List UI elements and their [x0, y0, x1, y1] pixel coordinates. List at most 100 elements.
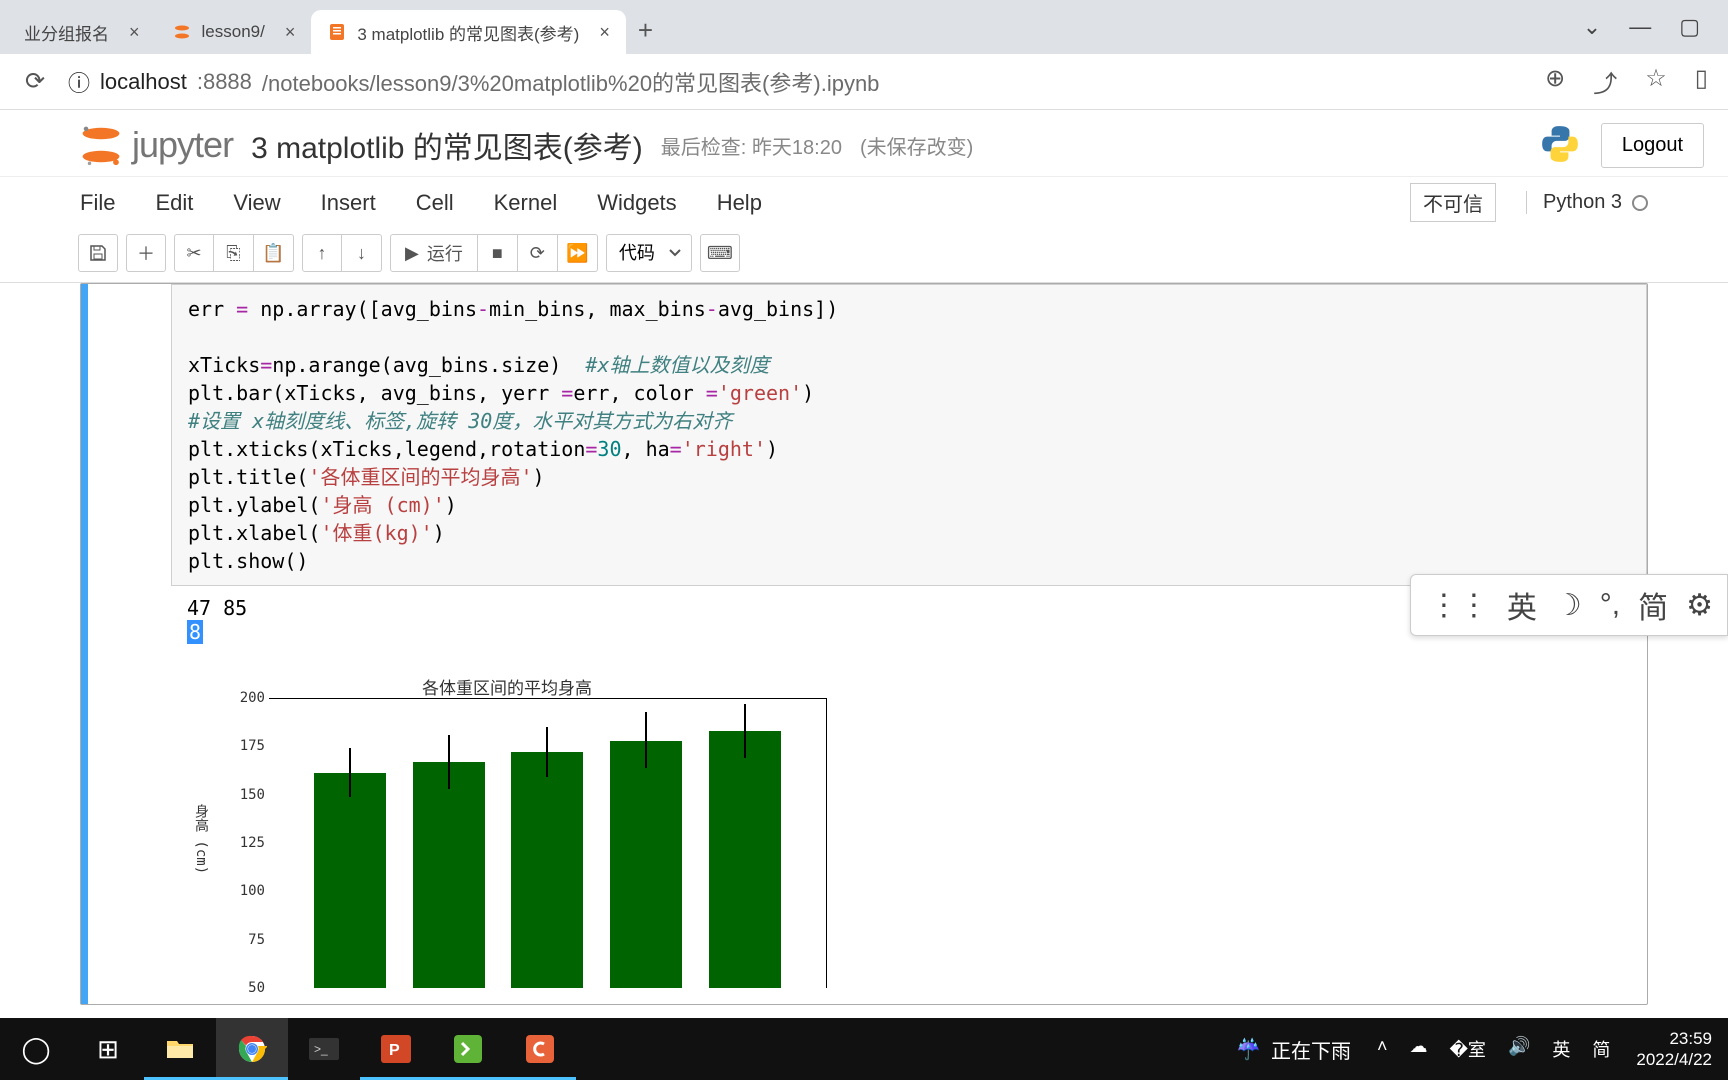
- task-view-button[interactable]: ⊞: [72, 1018, 144, 1080]
- ime-settings-icon[interactable]: ⚙: [1686, 588, 1713, 623]
- browser-tab-strip: 业分组报名 × lesson9/ × 3 matplotlib 的常见图表(参考…: [0, 0, 1728, 54]
- chart-title: 各体重区间的平均身高: [187, 674, 827, 699]
- start-button[interactable]: ◯: [0, 1018, 72, 1080]
- run-button[interactable]: ▶ 运行: [390, 234, 478, 272]
- close-icon[interactable]: ×: [285, 22, 296, 43]
- stdout-line-2-selected: 8: [187, 620, 203, 644]
- chevron-down-icon[interactable]: ⌄: [1583, 14, 1601, 40]
- run-label: 运行: [427, 240, 463, 266]
- chart-ylabel: 身高 (cm): [191, 804, 211, 874]
- file-explorer-icon[interactable]: [144, 1018, 216, 1080]
- moon-icon[interactable]: ☽: [1555, 588, 1582, 623]
- ime-lang-1[interactable]: 英: [1507, 583, 1537, 627]
- error-bar: [645, 712, 647, 768]
- logout-button[interactable]: Logout: [1601, 123, 1704, 168]
- minimize-icon[interactable]: —: [1629, 14, 1651, 40]
- ime-lang-2[interactable]: 简: [1638, 583, 1668, 627]
- output-gutter: [81, 586, 171, 1004]
- code-cell[interactable]: err = np.array([avg_bins-min_bins, max_b…: [81, 284, 1647, 586]
- add-cell-button[interactable]: ＋: [126, 234, 166, 272]
- menu-widgets[interactable]: Widgets: [597, 190, 676, 216]
- chart-yaxis-ticks: 5075100125150175200: [227, 698, 265, 988]
- menu-insert[interactable]: Insert: [321, 190, 376, 216]
- reload-icon[interactable]: ⟳: [20, 67, 50, 96]
- menu-edit[interactable]: Edit: [155, 190, 193, 216]
- error-bar: [546, 727, 548, 777]
- chart-bar: [413, 762, 485, 988]
- tray-chevron-up-icon[interactable]: ˄: [1377, 1036, 1388, 1062]
- kernel-idle-icon: [1632, 195, 1648, 211]
- powerpoint-icon[interactable]: P: [360, 1018, 432, 1080]
- chart-bar: [314, 773, 386, 988]
- error-bar: [744, 704, 746, 758]
- menu-view[interactable]: View: [233, 190, 280, 216]
- save-button[interactable]: [78, 234, 118, 272]
- ytick-label: 200: [240, 690, 265, 706]
- menu-cell[interactable]: Cell: [416, 190, 454, 216]
- notebook-toolbar: ＋ ✂ ⎘ 📋 ↑ ↓ ▶ 运行 ■ ⟳ ⏩ 代码 ⌨: [0, 228, 1728, 283]
- move-down-button[interactable]: ↓: [342, 234, 382, 272]
- move-up-button[interactable]: ↑: [302, 234, 342, 272]
- bookmark-star-icon[interactable]: ☆: [1645, 64, 1667, 99]
- new-tab-button[interactable]: +: [626, 15, 665, 46]
- tray-volume-icon[interactable]: 🔊: [1508, 1036, 1530, 1062]
- ytick-label: 175: [240, 738, 265, 754]
- restart-button[interactable]: ⟳: [518, 234, 558, 272]
- browser-tab-2[interactable]: lesson9/ ×: [156, 10, 312, 54]
- windows-taskbar: ◯ ⊞ >_ P ☔ 正在下雨 ˄ ☁ �室 🔊 英 简 23:59 2022/…: [0, 1018, 1728, 1080]
- chrome-icon[interactable]: [216, 1018, 288, 1080]
- code-input-area[interactable]: err = np.array([avg_bins-min_bins, max_b…: [171, 284, 1647, 586]
- cut-button[interactable]: ✂: [174, 234, 214, 272]
- app-c-icon[interactable]: [504, 1018, 576, 1080]
- ytick-label: 50: [248, 980, 265, 996]
- browser-tab-1[interactable]: 业分组报名 ×: [8, 10, 156, 54]
- menu-file[interactable]: File: [80, 190, 115, 216]
- close-icon[interactable]: ×: [599, 22, 610, 43]
- ime-drag-icon[interactable]: ⋮⋮: [1429, 588, 1489, 623]
- cell-output-area: 47 85 8 各体重区间的平均身高 身高 (cm) 5075100125150…: [171, 586, 1647, 1004]
- menu-kernel[interactable]: Kernel: [494, 190, 558, 216]
- weather-widget[interactable]: ☔ 正在下雨: [1236, 1035, 1351, 1064]
- jupyter-logo[interactable]: jupyter: [78, 122, 233, 168]
- reading-list-icon[interactable]: ▯: [1695, 64, 1708, 99]
- tray-wifi-icon[interactable]: �室: [1449, 1036, 1485, 1062]
- browser-tab-3-active[interactable]: 3 matplotlib 的常见图表(参考) ×: [311, 10, 626, 54]
- url-path: /notebooks/lesson9/3%20matplotlib%20的常见图…: [262, 66, 880, 98]
- tray-lang-2[interactable]: 简: [1592, 1036, 1610, 1062]
- restart-run-all-button[interactable]: ⏩: [558, 234, 598, 272]
- ime-punct-icon[interactable]: °,: [1600, 588, 1620, 622]
- kernel-indicator[interactable]: Python 3: [1526, 191, 1648, 214]
- not-trusted-badge[interactable]: 不可信: [1410, 183, 1496, 222]
- clock-time: 23:59: [1636, 1028, 1712, 1049]
- close-icon[interactable]: ×: [129, 22, 140, 43]
- notebook-title[interactable]: 3 matplotlib 的常见图表(参考): [251, 123, 643, 167]
- svg-text:>_: >_: [314, 1042, 328, 1056]
- maximize-icon[interactable]: ▢: [1679, 14, 1700, 40]
- svg-text:P: P: [389, 1042, 400, 1059]
- site-info-icon[interactable]: ⓘ: [68, 66, 90, 98]
- menu-help[interactable]: Help: [717, 190, 762, 216]
- output-cell: 47 85 8 各体重区间的平均身高 身高 (cm) 5075100125150…: [81, 586, 1647, 1004]
- camtasia-icon[interactable]: [432, 1018, 504, 1080]
- command-palette-button[interactable]: ⌨: [700, 234, 740, 272]
- interrupt-button[interactable]: ■: [478, 234, 518, 272]
- cell-type-select[interactable]: 代码: [606, 234, 692, 272]
- url-host: localhost: [100, 69, 187, 95]
- copy-button[interactable]: ⎘: [214, 234, 254, 272]
- terminal-icon[interactable]: >_: [288, 1018, 360, 1080]
- tab-title: 3 matplotlib 的常见图表(参考): [357, 20, 579, 45]
- share-icon[interactable]: ⤴: [1593, 64, 1617, 99]
- tray-onedrive-icon[interactable]: ☁: [1409, 1036, 1427, 1062]
- zoom-icon[interactable]: ⊕: [1545, 64, 1565, 99]
- paste-button[interactable]: 📋: [254, 234, 294, 272]
- autosave-status-text: (未保存改变): [860, 131, 973, 160]
- cell-gutter-selected: [81, 284, 171, 586]
- url-display[interactable]: ⓘ localhost :8888/notebooks/lesson9/3%20m…: [68, 66, 879, 98]
- jupyter-favicon-icon: [172, 22, 192, 42]
- taskbar-clock[interactable]: 23:59 2022/4/22: [1636, 1028, 1712, 1071]
- ime-toolbar[interactable]: ⋮⋮ 英 ☽ °, 简 ⚙: [1410, 574, 1728, 636]
- ytick-label: 150: [240, 787, 265, 803]
- jupyter-header: jupyter 3 matplotlib 的常见图表(参考) 最后检查: 昨天1…: [0, 110, 1728, 176]
- url-port: :8888: [197, 69, 252, 95]
- tray-lang-1[interactable]: 英: [1552, 1036, 1570, 1062]
